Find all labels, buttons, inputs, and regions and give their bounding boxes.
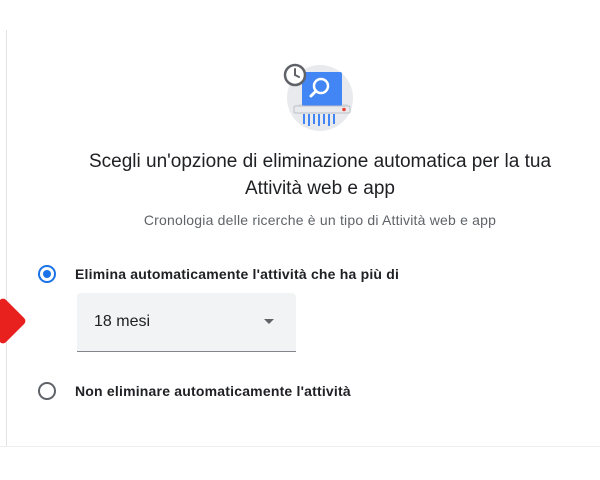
history-shredder-icon <box>280 62 356 132</box>
no-auto-delete-option-label: Non eliminare automaticamente l'attività <box>75 383 351 399</box>
auto-delete-option[interactable]: Elimina automaticamente l'attività che h… <box>38 265 399 283</box>
radio-button-checked[interactable] <box>38 265 56 283</box>
dialog-title: Scegli un'opzione di eliminazione automa… <box>40 148 600 202</box>
dialog-title-line2: Attività web e app <box>245 178 395 199</box>
no-auto-delete-option[interactable]: Non eliminare automaticamente l'attività <box>38 382 351 400</box>
retention-period-select[interactable]: 18 mesi <box>77 293 296 352</box>
red-pointer-marker <box>0 296 28 346</box>
auto-delete-option-label: Elimina automaticamente l'attività che h… <box>75 266 400 282</box>
auto-delete-dialog: Scegli un'opzione di eliminazione automa… <box>0 0 600 480</box>
dialog-title-line1: Scegli un'opzione di eliminazione automa… <box>88 151 552 172</box>
radio-button-unchecked[interactable] <box>38 382 56 400</box>
bottom-divider <box>0 446 600 447</box>
dialog-subtitle: Cronologia delle ricerche è un tipo di A… <box>143 212 497 228</box>
left-divider <box>6 30 7 446</box>
dropdown-arrow-icon <box>264 319 274 324</box>
retention-period-value: 18 mesi <box>94 313 151 330</box>
